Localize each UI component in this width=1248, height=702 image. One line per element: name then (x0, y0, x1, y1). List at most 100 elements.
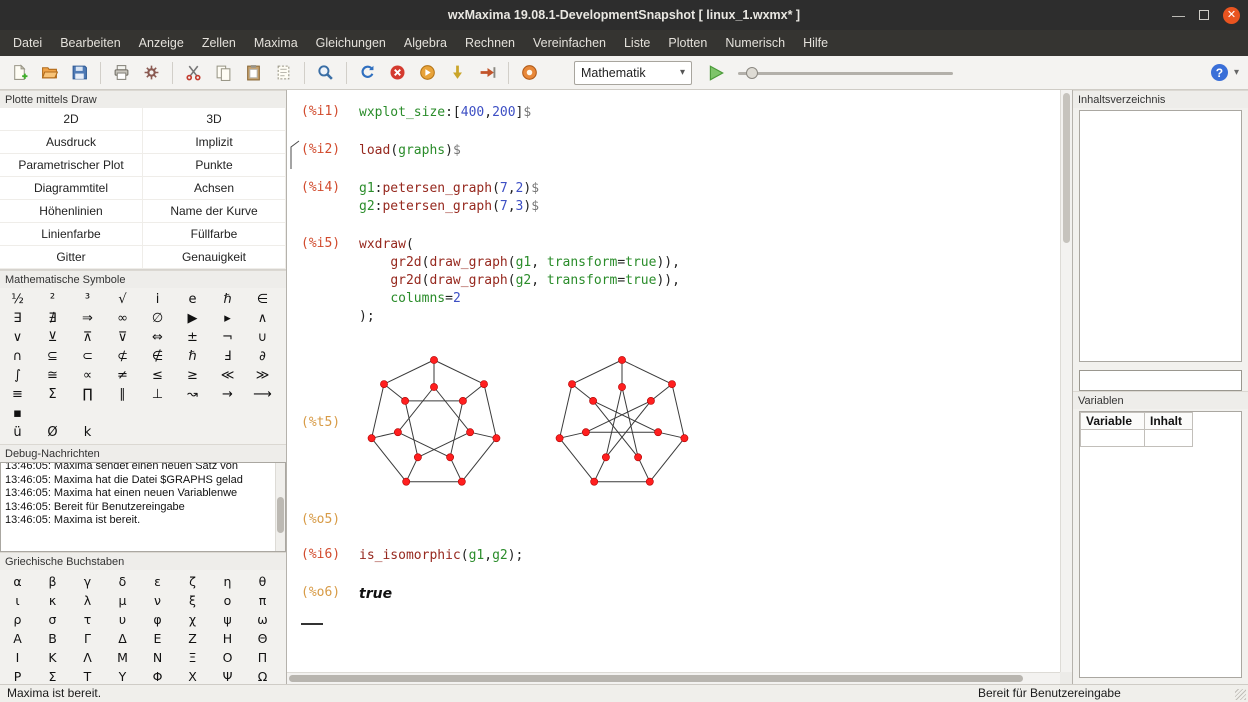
math-symbol-button[interactable]: ▶ (175, 309, 210, 328)
math-symbol-button[interactable]: Σ (35, 385, 70, 404)
greek-letter-button[interactable]: α (0, 572, 35, 591)
greek-letter-button[interactable]: η (210, 572, 245, 591)
math-symbol-button[interactable]: ∪ (245, 328, 280, 347)
greek-letter-button[interactable]: β (35, 572, 70, 591)
greek-letter-button[interactable]: π (245, 591, 280, 610)
math-symbol-button[interactable]: ⊼ (70, 328, 105, 347)
math-symbol-button[interactable]: ≅ (35, 366, 70, 385)
math-symbol-button[interactable]: e (175, 290, 210, 309)
math-symbol-button[interactable]: ⊆ (35, 347, 70, 366)
math-symbol-button[interactable]: k (70, 423, 105, 442)
draw-button-implizit[interactable]: Implizit (143, 131, 286, 154)
greek-letter-button[interactable]: ν (140, 591, 175, 610)
greek-letter-button[interactable]: Θ (245, 629, 280, 648)
greek-letter-button[interactable]: ω (245, 610, 280, 629)
math-symbol-button[interactable]: Ⅎ (210, 347, 245, 366)
greek-letter-button[interactable]: Μ (105, 648, 140, 667)
variable-value-cell[interactable] (1145, 430, 1193, 447)
math-symbol-button[interactable]: ⇔ (140, 328, 175, 347)
copy-button[interactable] (210, 59, 237, 86)
follow-button[interactable] (474, 59, 501, 86)
math-symbol-button[interactable]: ⊽ (105, 328, 140, 347)
math-symbol-button[interactable]: ≫ (245, 366, 280, 385)
find-button[interactable] (312, 59, 339, 86)
math-symbol-button[interactable]: ∝ (70, 366, 105, 385)
math-symbol-button[interactable]: ¬ (210, 328, 245, 347)
math-symbol-button[interactable]: ∫ (0, 366, 35, 385)
greek-letter-button[interactable]: σ (35, 610, 70, 629)
math-symbol-button[interactable]: ⊻ (35, 328, 70, 347)
new-button[interactable] (6, 59, 33, 86)
worksheet-hscroll-thumb[interactable] (289, 675, 1023, 682)
math-symbol-button[interactable]: ≡ (0, 385, 35, 404)
menu-gleichungen[interactable]: Gleichungen (307, 32, 395, 54)
worksheet-cursor[interactable] (301, 623, 323, 625)
animation-slider-thumb[interactable] (746, 67, 758, 79)
draw-button-parametrischer-plot[interactable]: Parametrischer Plot (0, 154, 143, 177)
cell-code[interactable]: wxplot_size:[400,200]$ (359, 104, 1072, 122)
draw-button-gitter[interactable]: Gitter (0, 246, 143, 269)
minimize-button[interactable]: — (1172, 8, 1185, 23)
worksheet[interactable]: (%i1)wxplot_size:[400,200]$(%i2)load(gra… (287, 90, 1072, 684)
open-button[interactable] (36, 59, 63, 86)
draw-button-3d[interactable]: 3D (143, 108, 286, 131)
greek-letter-button[interactable]: ζ (175, 572, 210, 591)
worksheet-horizontal-scrollbar[interactable] (287, 672, 1060, 684)
greek-letter-button[interactable]: Χ (175, 667, 210, 684)
restart-maxima-button[interactable] (354, 59, 381, 86)
resize-grip[interactable] (1235, 689, 1246, 700)
greek-letter-button[interactable]: Ψ (210, 667, 245, 684)
draw-button-linienfarbe[interactable]: Linienfarbe (0, 223, 143, 246)
select-all-button[interactable] (270, 59, 297, 86)
menu-anzeige[interactable]: Anzeige (130, 32, 193, 54)
menu-maxima[interactable]: Maxima (245, 32, 307, 54)
greek-letter-button[interactable]: μ (105, 591, 140, 610)
math-symbol-button[interactable]: ⊥ (140, 385, 175, 404)
draw-button-f-llfarbe[interactable]: Füllfarbe (143, 223, 286, 246)
greek-letter-button[interactable]: Φ (140, 667, 175, 684)
math-symbol-button[interactable]: ↝ (175, 385, 210, 404)
greek-letter-button[interactable]: υ (105, 610, 140, 629)
interrupt-button[interactable] (384, 59, 411, 86)
greek-letter-button[interactable]: Ζ (175, 629, 210, 648)
greek-letter-button[interactable]: ε (140, 572, 175, 591)
configure-button[interactable] (138, 59, 165, 86)
menu-algebra[interactable]: Algebra (395, 32, 456, 54)
greek-letter-button[interactable]: τ (70, 610, 105, 629)
math-symbol-button[interactable]: ≤ (140, 366, 175, 385)
greek-letter-button[interactable]: Σ (35, 667, 70, 684)
greek-letter-button[interactable]: Ο (210, 648, 245, 667)
menu-zellen[interactable]: Zellen (193, 32, 245, 54)
greek-letter-button[interactable]: Λ (70, 648, 105, 667)
math-symbol-button[interactable]: ⊄ (105, 347, 140, 366)
math-symbol-button[interactable]: ⊂ (70, 347, 105, 366)
draw-button-name-der-kurve[interactable]: Name der Kurve (143, 200, 286, 223)
worksheet-vscroll-thumb[interactable] (1063, 93, 1070, 243)
draw-button-diagrammtitel[interactable]: Diagrammtitel (0, 177, 143, 200)
maximize-button[interactable] (1199, 10, 1209, 20)
math-symbol-button[interactable]: ∂ (245, 347, 280, 366)
draw-button-ausdruck[interactable]: Ausdruck (0, 131, 143, 154)
cell-code[interactable]: g1:petersen_graph(7,2)$g2:petersen_graph… (359, 180, 1072, 216)
math-symbol-button[interactable]: ³ (70, 290, 105, 309)
math-symbol-button[interactable]: ⇒ (70, 309, 105, 328)
greek-letter-button[interactable]: Η (210, 629, 245, 648)
greek-letter-button[interactable]: φ (140, 610, 175, 629)
greek-letter-button[interactable]: Ν (140, 648, 175, 667)
cut-button[interactable] (180, 59, 207, 86)
toolbar-overflow-button[interactable]: ▾ (1231, 67, 1242, 78)
greek-letter-button[interactable]: Γ (70, 629, 105, 648)
greek-letter-button[interactable]: ο (210, 591, 245, 610)
math-symbol-button[interactable]: ∏ (70, 385, 105, 404)
greek-letter-button[interactable]: Κ (35, 648, 70, 667)
draw-button-h-henlinien[interactable]: Höhenlinien (0, 200, 143, 223)
draw-button-genauigkeit[interactable]: Genauigkeit (143, 246, 286, 269)
greek-letter-button[interactable]: θ (245, 572, 280, 591)
cell-code[interactable]: is_isomorphic(g1,g2); (359, 547, 1072, 565)
maxima-help-button[interactable] (516, 59, 543, 86)
worksheet-vertical-scrollbar[interactable] (1060, 90, 1072, 672)
greek-letter-button[interactable]: δ (105, 572, 140, 591)
table-of-contents-pane[interactable] (1079, 110, 1242, 362)
math-symbol-button[interactable]: ü (0, 423, 35, 442)
greek-letter-button[interactable]: Α (0, 629, 35, 648)
